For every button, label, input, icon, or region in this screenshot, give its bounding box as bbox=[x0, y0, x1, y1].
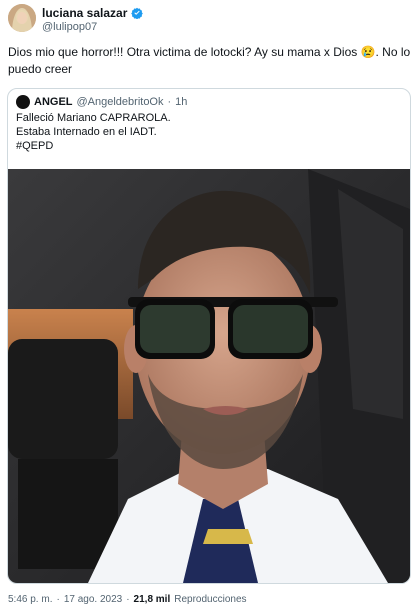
quoted-time[interactable]: 1h bbox=[175, 96, 187, 108]
post-header: luciana salazar @lulipop07 bbox=[8, 4, 412, 36]
verified-badge-icon bbox=[131, 7, 144, 19]
quoted-post-text: Falleció Mariano CAPRAROLA. Estaba Inter… bbox=[16, 111, 171, 153]
quoted-author-avatar[interactable] bbox=[16, 95, 30, 109]
author-name[interactable]: luciana salazar bbox=[42, 6, 127, 20]
quoted-post[interactable]: ANGEL @AngeldebritoOk · 1h Falleció Mari… bbox=[7, 88, 411, 584]
views-label[interactable]: Reproducciones bbox=[174, 594, 246, 605]
post-date[interactable]: 17 ago. 2023 bbox=[64, 594, 122, 605]
quoted-author-name[interactable]: ANGEL bbox=[34, 96, 73, 108]
post-footer: 5:46 p. m. · 17 ago. 2023 · 21,8 mil Rep… bbox=[8, 594, 247, 605]
quoted-hashtag[interactable]: #QEPD bbox=[16, 139, 171, 153]
post-time[interactable]: 5:46 p. m. bbox=[8, 594, 52, 605]
footer-separator: · bbox=[56, 594, 60, 605]
quoted-author-handle[interactable]: @AngeldebritoOk bbox=[77, 96, 164, 108]
post-text: Dios mio que horror!!! Otra victima de l… bbox=[8, 45, 411, 76]
quoted-separator: · bbox=[167, 96, 172, 108]
quoted-photo[interactable] bbox=[8, 169, 410, 583]
quoted-line: Estaba Internado en el IADT. bbox=[16, 126, 157, 138]
views-count: 21,8 mil bbox=[133, 594, 171, 605]
author-avatar[interactable] bbox=[8, 4, 36, 32]
quoted-post-header: ANGEL @AngeldebritoOk · 1h bbox=[16, 95, 187, 109]
footer-separator: · bbox=[126, 594, 130, 605]
quoted-line: Falleció Mariano CAPRAROLA. bbox=[16, 112, 171, 124]
author-handle[interactable]: @lulipop07 bbox=[42, 21, 97, 33]
